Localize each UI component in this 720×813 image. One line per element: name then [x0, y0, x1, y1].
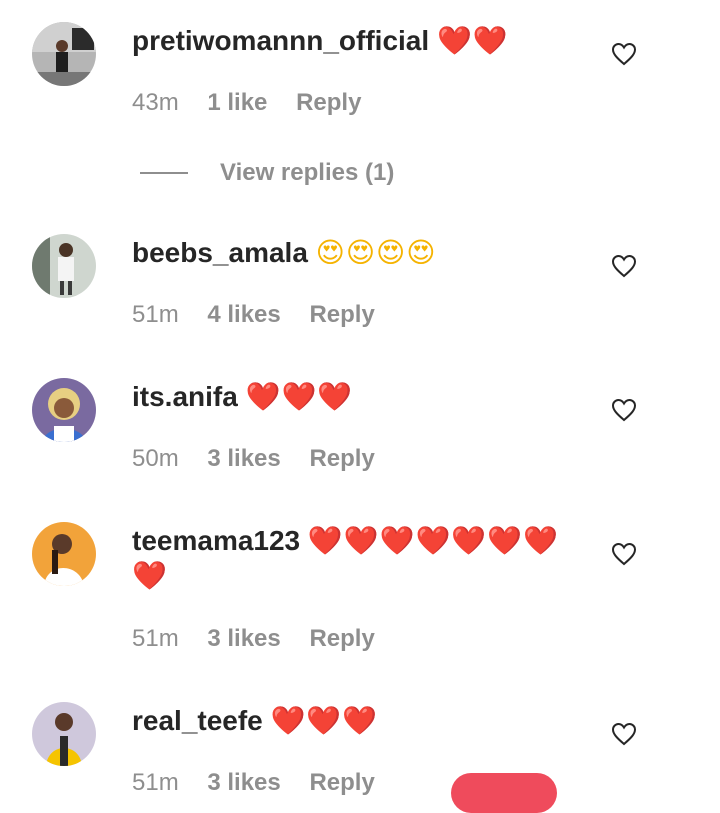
heart-eyes-emoji: 😍😍😍😍: [315, 236, 437, 269]
timestamp: 51m: [132, 301, 179, 328]
timestamp: 51m: [132, 769, 179, 796]
username[interactable]: teemama123: [132, 525, 300, 556]
heart-emoji: ❤️❤️❤️❤️❤️❤️❤️: [307, 524, 559, 557]
timestamp: 43m: [132, 89, 179, 116]
username[interactable]: beebs_amala: [132, 237, 308, 268]
timestamp: 51m: [132, 625, 179, 652]
comment-text: its.anifa ❤️❤️❤️: [132, 379, 572, 414]
heart-emoji: ❤️❤️❤️: [270, 704, 379, 737]
likes-count[interactable]: 3 likes: [207, 625, 280, 652]
heart-emoji: ❤️: [132, 559, 168, 592]
likes-count[interactable]: 3 likes: [207, 769, 280, 796]
view-replies[interactable]: View replies (1): [140, 156, 440, 190]
likes-count[interactable]: 3 likes: [207, 445, 280, 472]
comment-text: real_teefe ❤️❤️❤️: [132, 703, 572, 738]
like-heart-icon[interactable]: [611, 542, 637, 566]
floating-action-button[interactable]: [451, 773, 557, 813]
username[interactable]: its.anifa: [132, 381, 238, 412]
avatar[interactable]: [32, 522, 96, 586]
like-heart-icon[interactable]: [611, 254, 637, 278]
comment-meta: 51m 3 likes Reply: [132, 624, 397, 654]
avatar[interactable]: [32, 378, 96, 442]
heart-emoji: ❤️❤️❤️: [245, 380, 354, 413]
comment-meta: 51m 3 likes Reply: [132, 768, 397, 798]
avatar[interactable]: [32, 702, 96, 766]
reply-button[interactable]: Reply: [309, 625, 374, 652]
timestamp: 50m: [132, 445, 179, 472]
comment-meta: 50m 3 likes Reply: [132, 444, 397, 474]
comment-text: teemama123 ❤️❤️❤️❤️❤️❤️❤️ ❤️: [132, 523, 572, 593]
comment-text: pretiwomannn_official ❤️❤️: [132, 23, 572, 58]
username[interactable]: real_teefe: [132, 705, 263, 736]
reply-button[interactable]: Reply: [309, 445, 374, 472]
reply-button[interactable]: Reply: [309, 769, 374, 796]
likes-count[interactable]: 1 like: [207, 89, 267, 116]
reply-button[interactable]: Reply: [309, 301, 374, 328]
likes-count[interactable]: 4 likes: [207, 301, 280, 328]
comment-text: beebs_amala 😍😍😍😍: [132, 235, 572, 270]
username[interactable]: pretiwomannn_official: [132, 25, 429, 56]
like-heart-icon[interactable]: [611, 42, 637, 66]
heart-emoji: ❤️❤️: [436, 24, 509, 57]
avatar[interactable]: [32, 234, 96, 298]
comment-meta: 43m 1 like Reply: [132, 88, 383, 118]
view-replies-label[interactable]: View replies (1): [220, 156, 394, 190]
reply-button[interactable]: Reply: [296, 89, 361, 116]
like-heart-icon[interactable]: [611, 722, 637, 746]
avatar[interactable]: [32, 22, 96, 86]
comment-meta: 51m 4 likes Reply: [132, 300, 397, 330]
like-heart-icon[interactable]: [611, 398, 637, 422]
replies-divider: [140, 172, 188, 174]
